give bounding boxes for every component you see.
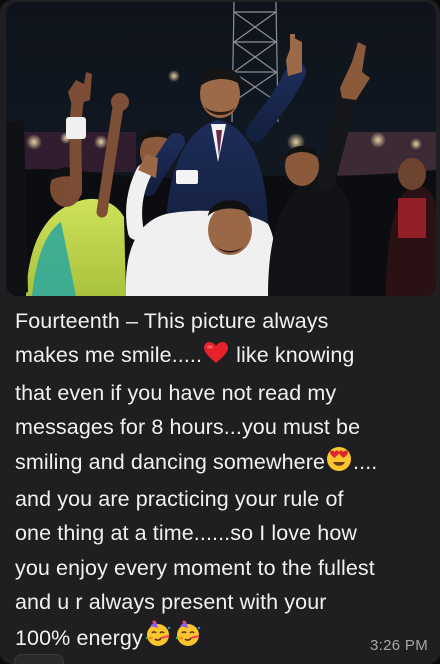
message-line-6: and you are practicing your rule of [15, 487, 344, 512]
message-timestamp: 3:26 PM [370, 637, 428, 654]
message-line-3: that even if you have not read my [15, 380, 337, 405]
message-line-9: and u r always present with your [15, 590, 327, 615]
message-line-5-text-b: .... [353, 449, 378, 474]
message-line-5: smiling and dancing somewhere.... [15, 445, 425, 482]
message-line-1: Fourteenth – This picture always [15, 309, 329, 333]
heart-eyes-emoji-icon [326, 446, 352, 482]
message-line-10-text: 100% energy [15, 625, 143, 650]
message-line-4: messages for 8 hours...you must be [15, 415, 361, 440]
red-heart-emoji-icon [203, 341, 229, 375]
reaction-chip[interactable] [14, 654, 64, 664]
message-line-2: makes me smile..... like knowing [15, 338, 425, 375]
message-text: Fourteenth – This picture always makes m… [15, 304, 425, 658]
message-line-5-text-a: smiling and dancing somewhere [15, 449, 326, 474]
photo-celebration-image [6, 2, 436, 296]
message-line-2-text-b: like knowing [236, 343, 355, 368]
partying-face-emoji-icon-2 [174, 620, 202, 658]
partying-face-emoji-icon [144, 620, 172, 658]
message-line-2-text-a: makes me smile..... [15, 343, 203, 368]
message-bubble[interactable]: Fourteenth – This picture always makes m… [0, 0, 440, 664]
message-line-10: 100% energy [15, 620, 425, 658]
message-line-7: one thing at a time......so I love how [15, 521, 358, 546]
message-line-8: you enjoy every moment to the fullest [15, 555, 375, 580]
message-photo[interactable] [6, 2, 436, 296]
